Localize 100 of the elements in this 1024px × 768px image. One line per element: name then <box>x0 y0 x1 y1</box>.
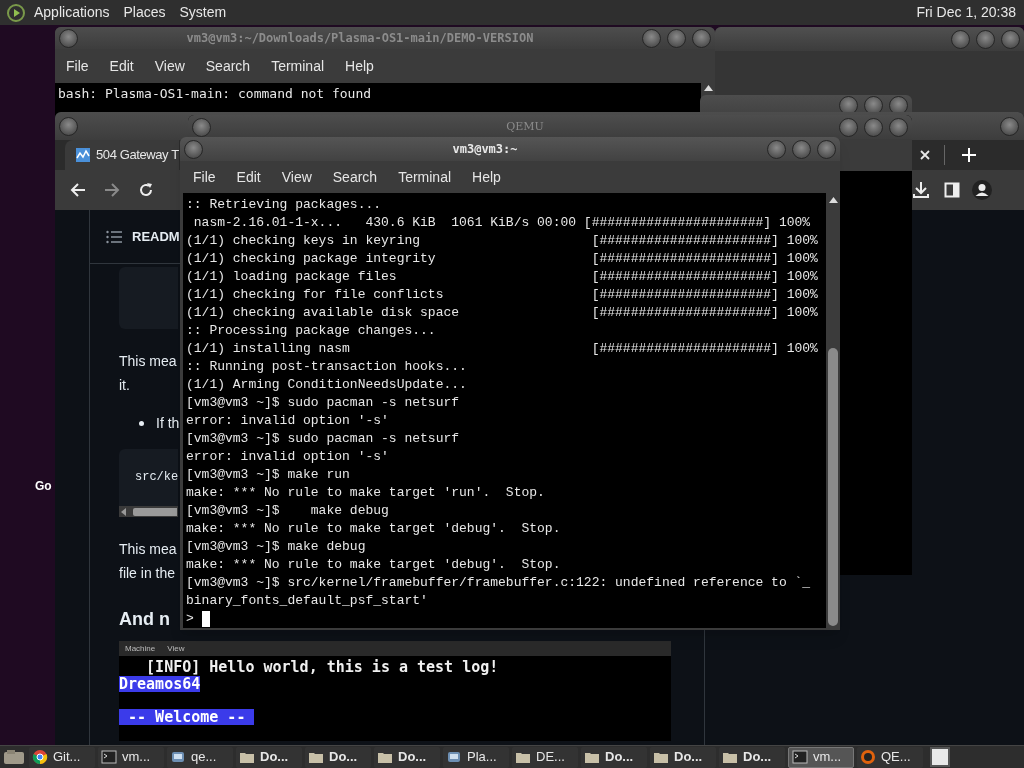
maximize-button[interactable] <box>667 28 686 48</box>
terminal-line: (1/1) installing nasm [######################] 100% <box>186 340 819 358</box>
minimize-button[interactable] <box>642 28 661 48</box>
menu-item[interactable]: Edit <box>236 166 261 188</box>
taskbar-item[interactable]: Do... <box>650 746 716 768</box>
menu-item[interactable]: Terminal <box>271 55 325 77</box>
terminal-line: bash: Plasma-OS1-main: command not found <box>58 85 373 103</box>
window-menu-button[interactable] <box>59 116 78 136</box>
new-tab-icon[interactable] <box>962 148 976 162</box>
workspace-switcher[interactable] <box>930 747 950 767</box>
terminal-line: error: invalid option '-s' <box>186 448 390 466</box>
terminal-line: (1/1) checking keys in keyring [######################] 100% <box>186 232 819 250</box>
terminal-line: :: Processing package changes... <box>186 322 437 340</box>
taskbar-item[interactable]: qe... <box>167 746 233 768</box>
menu-item[interactable]: Terminal <box>398 166 452 188</box>
maximize-button[interactable] <box>864 117 883 137</box>
terminal-line: error: invalid option '-s' <box>186 412 390 430</box>
circle-logo-icon <box>860 749 876 765</box>
panel-menu[interactable]: System <box>179 2 227 23</box>
download-icon[interactable] <box>912 181 930 199</box>
menu-item[interactable]: Help <box>472 166 501 188</box>
console-text: Dreamos64 <box>119 676 201 692</box>
taskbar-item[interactable]: Do... <box>305 746 371 768</box>
menu-item[interactable]: File <box>66 55 89 77</box>
maximize-button[interactable] <box>976 29 995 49</box>
terminal-line: (1/1) loading package files [######################] 100% <box>186 268 819 286</box>
scrollbar-thumb[interactable] <box>133 507 177 516</box>
scrollbar[interactable] <box>826 193 840 628</box>
terminal-line: (1/1) Arming ConditionNeedsUpdate... <box>186 376 468 394</box>
terminal-line: [vm3@vm3 ~]$ src/kernel/framebuffer/framebuffer.c:122: undefined reference to `_ <box>186 574 812 592</box>
terminal-line: (1/1) checking available disk space [######################] 100% <box>186 304 819 322</box>
terminal-line: (1/1) checking for file conflicts [######################] 100% <box>186 286 819 304</box>
taskbar-item[interactable]: Do... <box>374 746 440 768</box>
close-button[interactable] <box>1000 116 1019 136</box>
list-item-text: If th <box>156 414 180 433</box>
profile-icon[interactable] <box>972 180 992 200</box>
paragraph-text: it. <box>119 376 130 395</box>
forward-icon[interactable] <box>104 182 120 198</box>
back-icon[interactable] <box>70 182 86 198</box>
taskbar-item[interactable]: vm... <box>98 746 164 768</box>
clock[interactable]: Fri Dec 1, 20:38 <box>916 2 1016 23</box>
chart-favicon-icon <box>75 147 91 163</box>
terminal-icon <box>792 749 808 765</box>
browser-icon <box>32 749 48 765</box>
readme-title: READM <box>132 227 180 246</box>
minimize-button[interactable] <box>951 29 970 49</box>
menu-item[interactable]: Search <box>205 55 251 77</box>
panel-menu[interactable]: Applications <box>34 2 110 23</box>
panel-menu[interactable]: Places <box>123 2 166 23</box>
minimize-button[interactable] <box>839 117 858 137</box>
window-icon <box>446 749 462 765</box>
desktop-icon-label[interactable]: Go <box>35 479 52 493</box>
close-button[interactable] <box>817 139 836 159</box>
terminal-line: [vm3@vm3 ~]$ sudo pacman -s netsurf <box>186 394 461 412</box>
taskbar-item[interactable]: Do... <box>236 746 302 768</box>
terminal-line: (1/1) checking package integrity [######################] 100% <box>186 250 819 268</box>
menu-item[interactable]: View <box>154 55 185 77</box>
scroll-up-icon[interactable] <box>828 197 838 203</box>
side-panel-icon[interactable] <box>944 182 960 198</box>
reload-icon[interactable] <box>138 182 154 198</box>
paragraph-text: file in the <box>119 564 176 583</box>
menu-item[interactable]: File <box>193 166 216 188</box>
taskbar-item[interactable]: vm... <box>788 746 854 768</box>
code-text: src/ke <box>135 470 179 484</box>
terminal-line: > <box>186 610 194 628</box>
window-menu-button[interactable] <box>184 139 203 159</box>
scroll-left-icon[interactable] <box>119 507 129 516</box>
taskbar-item[interactable]: Pla... <box>443 746 509 768</box>
taskbar-item[interactable]: DE... <box>512 746 578 768</box>
terminal-icon <box>101 749 117 765</box>
minimize-button[interactable] <box>767 139 786 159</box>
maximize-button[interactable] <box>792 139 811 159</box>
terminal-line: nasm-2.16.01-1-x... 430.6 KiB 1061 KiB/s 00:00 [######################] 100% <box>192 214 812 232</box>
console-text: -- Welcome -- <box>119 709 255 725</box>
close-button[interactable] <box>692 28 711 48</box>
window-title: QEMU <box>505 118 545 135</box>
terminal-line: [vm3@vm3 ~]$ make run <box>186 466 351 484</box>
close-button[interactable] <box>1001 29 1020 49</box>
taskbar-item[interactable]: Git... <box>29 746 95 768</box>
taskbar-item[interactable]: QE... <box>857 746 923 768</box>
horizontal-scrollbar[interactable] <box>119 506 178 517</box>
window-menu-button[interactable] <box>192 117 211 137</box>
terminal-line: [vm3@vm3 ~]$ make debug <box>186 538 367 556</box>
scroll-up-icon[interactable] <box>703 85 713 91</box>
scrollbar-thumb[interactable] <box>828 348 838 626</box>
menu-item[interactable]: Edit <box>109 55 134 77</box>
terminal-line: [vm3@vm3 ~]$ sudo pacman -s netsurf <box>186 430 461 448</box>
terminal-line: make: *** No rule to make target 'debug'. Stop. <box>186 520 562 538</box>
list-icon[interactable] <box>106 229 122 244</box>
taskbar-item[interactable]: Do... <box>581 746 647 768</box>
menu-item[interactable]: Help <box>345 55 374 77</box>
menu-item[interactable]: Search <box>332 166 378 188</box>
close-button[interactable] <box>889 117 908 137</box>
show-desktop-icon[interactable] <box>2 748 26 766</box>
window-menu-button[interactable] <box>59 28 78 48</box>
taskbar-item[interactable]: Do... <box>719 746 785 768</box>
browser-tab[interactable]: 504 Gateway T <box>65 140 179 170</box>
menu-item[interactable]: View <box>281 166 312 188</box>
close-tab-icon[interactable] <box>920 150 930 160</box>
menu-logo-icon[interactable] <box>6 2 26 23</box>
